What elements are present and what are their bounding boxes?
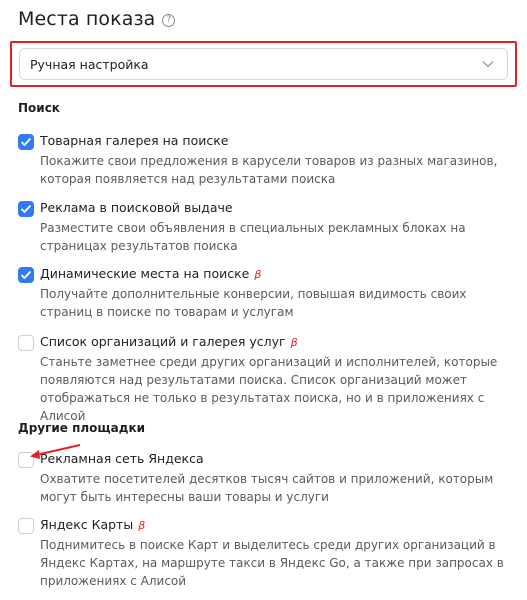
option-description: Разместите свои объявления в специальных… xyxy=(40,221,466,253)
title-row: Места показа ? xyxy=(18,8,176,30)
option-label[interactable]: Список организаций и галерея услуг β xyxy=(40,334,298,349)
page-title: Места показа xyxy=(18,8,156,30)
check-icon xyxy=(20,270,32,280)
check-icon xyxy=(20,204,32,214)
annotation-arrow-icon xyxy=(30,444,81,459)
chevron-down-icon xyxy=(482,61,494,68)
option-description: Покажите свои предложения в карусели тов… xyxy=(40,154,498,186)
option-label[interactable]: Реклама в поисковой выдаче xyxy=(40,200,233,215)
checkbox-product-gallery[interactable] xyxy=(18,134,34,150)
checkbox-yandex-maps[interactable] xyxy=(18,518,34,534)
placement-settings-panel: Места показа ? Ручная настройка Поиск То… xyxy=(0,0,527,600)
checkbox-organizations-list[interactable] xyxy=(18,335,34,351)
option-label[interactable]: Товарная галерея на поиске xyxy=(40,133,228,148)
option-description: Получайте дополнительные конверсии, повы… xyxy=(40,287,467,319)
placement-mode-select[interactable]: Ручная настройка xyxy=(19,48,508,80)
beta-badge: β xyxy=(290,336,298,349)
section-title-search: Поиск xyxy=(18,101,60,115)
section-title-other: Другие площадки xyxy=(18,421,146,435)
option-description: Поднимитесь в поиске Карт и выделитесь с… xyxy=(40,538,504,588)
select-value: Ручная настройка xyxy=(30,56,149,72)
help-circle-icon[interactable]: ? xyxy=(162,13,176,27)
beta-badge: β xyxy=(138,519,146,532)
option-label[interactable]: Яндекс Карты β xyxy=(40,517,145,532)
check-icon xyxy=(20,137,32,147)
option-label[interactable]: Динамические места на поиске β xyxy=(40,266,261,281)
checkbox-search-ads[interactable] xyxy=(18,201,34,217)
checkbox-dynamic-placements[interactable] xyxy=(18,267,34,283)
option-description: Станьте заметнее среди других организаци… xyxy=(40,355,498,423)
option-description: Охватите посетителей десятков тысяч сайт… xyxy=(40,472,494,504)
beta-badge: β xyxy=(254,268,262,281)
highlight-frame: Ручная настройка xyxy=(10,41,517,87)
